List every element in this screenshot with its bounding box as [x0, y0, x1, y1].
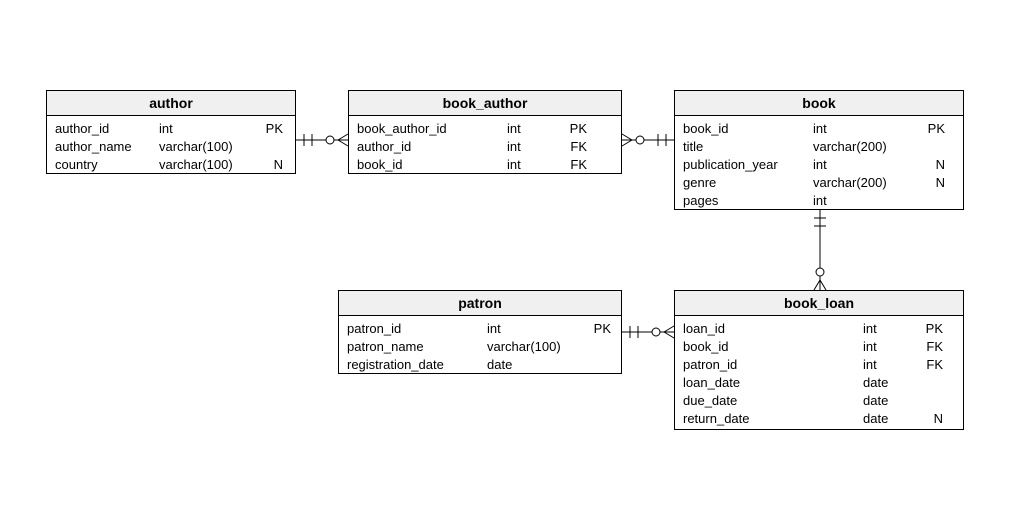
entity-book_loan: book_loan loan_id int PK book_id int FK … — [674, 290, 964, 430]
entity-body: book_id int PK title varchar(200) public… — [675, 116, 963, 218]
entity-title: book — [675, 91, 963, 116]
field-row: author_name varchar(100) — [55, 138, 287, 156]
field-row: pages int — [683, 192, 955, 210]
field-row: country varchar(100) N — [55, 156, 287, 174]
field-name: registration_date — [347, 356, 487, 374]
field-key: FK — [913, 338, 943, 356]
field-name: due_date — [683, 392, 863, 410]
field-row: loan_id int PK — [683, 320, 955, 338]
field-row: author_id int FK — [357, 138, 613, 156]
field-key: FK — [547, 156, 587, 174]
field-type: int — [507, 156, 547, 174]
field-name: patron_name — [347, 338, 487, 356]
field-row: book_id int FK — [683, 338, 955, 356]
field-key: N — [913, 410, 943, 428]
field-row: book_id int FK — [357, 156, 613, 174]
field-type: int — [813, 120, 917, 138]
field-name: country — [55, 156, 159, 174]
field-key: PK — [547, 120, 587, 138]
field-key: FK — [547, 138, 587, 156]
field-row: title varchar(200) — [683, 138, 955, 156]
entity-body: loan_id int PK book_id int FK patron_id … — [675, 316, 963, 436]
field-row: due_date date — [683, 392, 955, 410]
entity-title: book_loan — [675, 291, 963, 316]
field-type: int — [487, 320, 583, 338]
entity-title: author — [47, 91, 295, 116]
entity-body: author_id int PK author_name varchar(100… — [47, 116, 295, 182]
field-name: author_id — [55, 120, 159, 138]
field-type: date — [487, 356, 583, 374]
field-row: book_author_id int PK — [357, 120, 613, 138]
field-key: FK — [913, 356, 943, 374]
entity-body: book_author_id int PK author_id int FK b… — [349, 116, 621, 182]
field-type: int — [863, 338, 913, 356]
field-name: genre — [683, 174, 813, 192]
field-name: book_id — [683, 338, 863, 356]
field-key: N — [255, 156, 283, 174]
field-name: pages — [683, 192, 813, 210]
field-name: patron_id — [347, 320, 487, 338]
field-key: PK — [255, 120, 283, 138]
relationship-overlay — [0, 0, 1013, 531]
field-name: loan_id — [683, 320, 863, 338]
field-row: publication_year int N — [683, 156, 955, 174]
entity-title: patron — [339, 291, 621, 316]
field-name: publication_year — [683, 156, 813, 174]
relationship-author-to-bookauthor — [296, 134, 348, 146]
field-name: book_id — [683, 120, 813, 138]
field-type: int — [507, 120, 547, 138]
field-row: registration_date date — [347, 356, 613, 374]
entity-patron: patron patron_id int PK patron_name varc… — [338, 290, 622, 374]
field-key: N — [917, 174, 945, 192]
field-name: author_id — [357, 138, 507, 156]
field-name: patron_id — [683, 356, 863, 374]
field-type: varchar(100) — [487, 338, 583, 356]
relationship-patron-to-bookloan — [622, 326, 674, 338]
field-type: varchar(200) — [813, 174, 917, 192]
field-key: N — [917, 156, 945, 174]
field-name: book_author_id — [357, 120, 507, 138]
field-row: genre varchar(200) N — [683, 174, 955, 192]
field-row: patron_id int PK — [347, 320, 613, 338]
field-type: varchar(100) — [159, 156, 255, 174]
entity-book: book book_id int PK title varchar(200) p… — [674, 90, 964, 210]
field-type: int — [813, 192, 917, 210]
field-type: varchar(100) — [159, 138, 255, 156]
field-key: PK — [917, 120, 945, 138]
relationship-bookauthor-to-book — [622, 134, 674, 146]
field-name: return_date — [683, 410, 863, 428]
field-row: return_date date N — [683, 410, 955, 428]
field-type: date — [863, 410, 913, 428]
field-type: date — [863, 374, 913, 392]
entity-body: patron_id int PK patron_name varchar(100… — [339, 316, 621, 382]
entity-title: book_author — [349, 91, 621, 116]
field-row: patron_id int FK — [683, 356, 955, 374]
field-key: PK — [583, 320, 611, 338]
field-name: loan_date — [683, 374, 863, 392]
field-type: int — [159, 120, 255, 138]
field-type: int — [863, 356, 913, 374]
field-row: author_id int PK — [55, 120, 287, 138]
field-name: title — [683, 138, 813, 156]
field-type: varchar(200) — [813, 138, 917, 156]
field-type: date — [863, 392, 913, 410]
field-row: loan_date date — [683, 374, 955, 392]
field-name: author_name — [55, 138, 159, 156]
field-row: patron_name varchar(100) — [347, 338, 613, 356]
field-row: book_id int PK — [683, 120, 955, 138]
entity-author: author author_id int PK author_name varc… — [46, 90, 296, 174]
field-type: int — [507, 138, 547, 156]
field-key: PK — [913, 320, 943, 338]
relationship-book-to-bookloan — [814, 210, 826, 290]
field-type: int — [863, 320, 913, 338]
field-type: int — [813, 156, 917, 174]
entity-book_author: book_author book_author_id int PK author… — [348, 90, 622, 174]
field-name: book_id — [357, 156, 507, 174]
